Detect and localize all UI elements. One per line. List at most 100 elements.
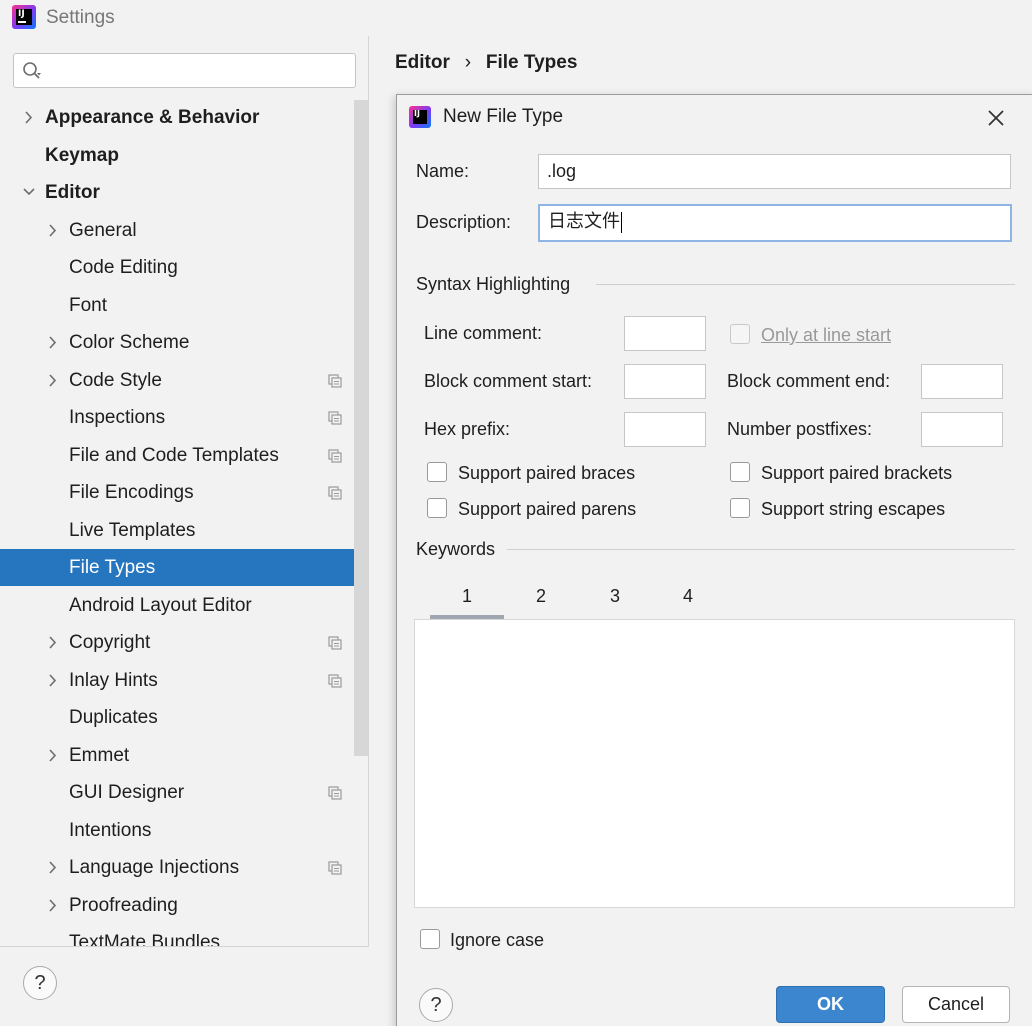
sidebar-item[interactable]: Proofreading [0,887,368,924]
block-comment-start-field[interactable] [624,364,706,399]
sidebar-item[interactable]: Font [0,287,368,324]
sidebar-item[interactable]: Android Layout Editor [0,587,368,624]
sidebar-item-label: Copyright [69,632,151,653]
sidebar-item-label: Language Injections [69,857,240,878]
sidebar-item[interactable]: GUI Designer [0,774,368,811]
sidebar-item[interactable]: File and Code Templates [0,437,368,474]
sidebar-item-label: Proofreading [69,895,178,916]
sidebar-item[interactable]: Inspections [0,399,368,436]
settings-window: { "window": { "title": "Settings" }, "se… [0,0,1032,1026]
sidebar-item-label: TextMate Bundles [69,932,221,946]
keywords-list[interactable] [414,619,1015,908]
project-scope-icon [328,449,342,463]
sidebar-item-label: Keymap [45,145,119,166]
sidebar-item[interactable]: File Encodings [0,474,368,511]
support-paired-brackets-checkbox[interactable] [730,462,750,482]
sidebar-item-label: Duplicates [69,707,158,728]
line-comment-field[interactable] [624,316,706,351]
sidebar-item[interactable]: Copyright [0,624,368,661]
search-icon [23,62,41,79]
sidebar-item[interactable]: File Types [0,549,368,586]
keyword-tab-4[interactable]: 4 [651,577,725,619]
chevron-right-icon[interactable] [46,887,60,924]
chevron-right-icon[interactable] [46,362,60,399]
syntax-highlighting-group-title: Syntax Highlighting [416,274,571,294]
project-scope-icon [328,861,342,875]
help-button[interactable]: ? [23,966,57,1000]
breadcrumb-parent[interactable]: Editor [395,52,450,73]
sidebar-item[interactable]: Color Scheme [0,324,368,361]
keyword-tab-3[interactable]: 3 [578,577,652,619]
sidebar-item[interactable]: Duplicates [0,699,368,736]
sidebar-item[interactable]: Inlay Hints [0,662,368,699]
new-file-type-dialog: IJ New File Type Name: .log Description:… [396,94,1032,1026]
sidebar-item[interactable]: Code Style [0,362,368,399]
sidebar-item[interactable]: Emmet [0,737,368,774]
sidebar-item-label: File Encodings [69,482,194,503]
name-label: Name: [416,161,470,181]
sidebar-item[interactable]: TextMate Bundles [0,924,368,946]
dialog-help-button[interactable]: ? [419,988,453,1022]
sidebar-item-label: GUI Designer [69,782,185,803]
settings-bottom-bar: ? [0,946,396,1026]
only-at-line-start-label: Only at line start [761,325,892,345]
ignore-case-checkbox[interactable] [420,929,440,949]
keywords-group-title: Keywords [416,539,496,559]
sidebar-item[interactable]: General [0,212,368,249]
name-field[interactable]: .log [538,154,1011,189]
ignore-case-label: Ignore case [450,930,545,950]
window-title: Settings [46,7,115,28]
sidebar-item[interactable]: Appearance & Behavior [0,99,368,136]
chevron-right-icon[interactable] [46,624,60,661]
sidebar-item[interactable]: Language Injections [0,849,368,886]
sidebar-item-label: Intentions [69,820,152,841]
sidebar-item-label: Code Editing [69,257,178,278]
text-caret [621,211,622,233]
description-field[interactable]: 日志文件 [538,204,1012,242]
sidebar-item-label: Color Scheme [69,332,190,353]
line-comment-label: Line comment: [424,323,543,343]
chevron-right-icon[interactable] [46,662,60,699]
title-bar: IJ Settings [0,0,1032,36]
only-at-line-start-checkbox[interactable] [730,324,750,344]
ok-button[interactable]: OK [776,986,885,1023]
breadcrumb: Editor › File Types [395,52,577,74]
sidebar-item-label: General [69,220,137,241]
sidebar-item-label: Editor [45,182,100,203]
breadcrumb-separator: › [464,52,472,73]
project-scope-icon [328,674,342,688]
keyword-tab-2[interactable]: 2 [504,577,578,619]
support-paired-braces-label: Support paired braces [458,463,636,483]
sidebar-item-label: Android Layout Editor [69,595,252,616]
hex-prefix-field[interactable] [624,412,706,447]
hex-prefix-label: Hex prefix: [424,419,511,439]
chevron-right-icon[interactable] [46,849,60,886]
sidebar-item[interactable]: Live Templates [0,512,368,549]
intellij-logo-icon: IJ [12,5,36,29]
cancel-button[interactable]: Cancel [902,986,1010,1023]
keyword-tab-1[interactable]: 1 [430,577,504,619]
support-paired-parens-checkbox[interactable] [427,498,447,518]
settings-search-box[interactable] [13,53,356,88]
number-postfixes-field[interactable] [921,412,1003,447]
chevron-right-icon[interactable] [22,99,36,136]
sidebar-item[interactable]: Intentions [0,812,368,849]
sidebar-item[interactable]: Editor [0,174,368,211]
number-postfixes-label: Number postfixes: [727,419,873,439]
support-paired-braces-checkbox[interactable] [427,462,447,482]
support-string-escapes-checkbox[interactable] [730,498,750,518]
chevron-right-icon[interactable] [46,212,60,249]
sidebar-item[interactable]: Code Editing [0,249,368,286]
chevron-right-icon[interactable] [46,324,60,361]
sidebar-item[interactable]: Keymap [0,137,368,174]
sidebar-item-label: File Types [69,557,156,578]
sidebar-scrollbar-thumb[interactable] [354,100,368,756]
project-scope-icon [328,486,342,500]
close-icon[interactable] [985,107,1007,129]
search-input[interactable] [54,59,344,83]
chevron-right-icon[interactable] [46,737,60,774]
project-scope-icon [328,411,342,425]
block-comment-end-field[interactable] [921,364,1003,399]
intellij-logo-icon: IJ [409,106,431,128]
chevron-down-icon[interactable] [22,174,36,211]
